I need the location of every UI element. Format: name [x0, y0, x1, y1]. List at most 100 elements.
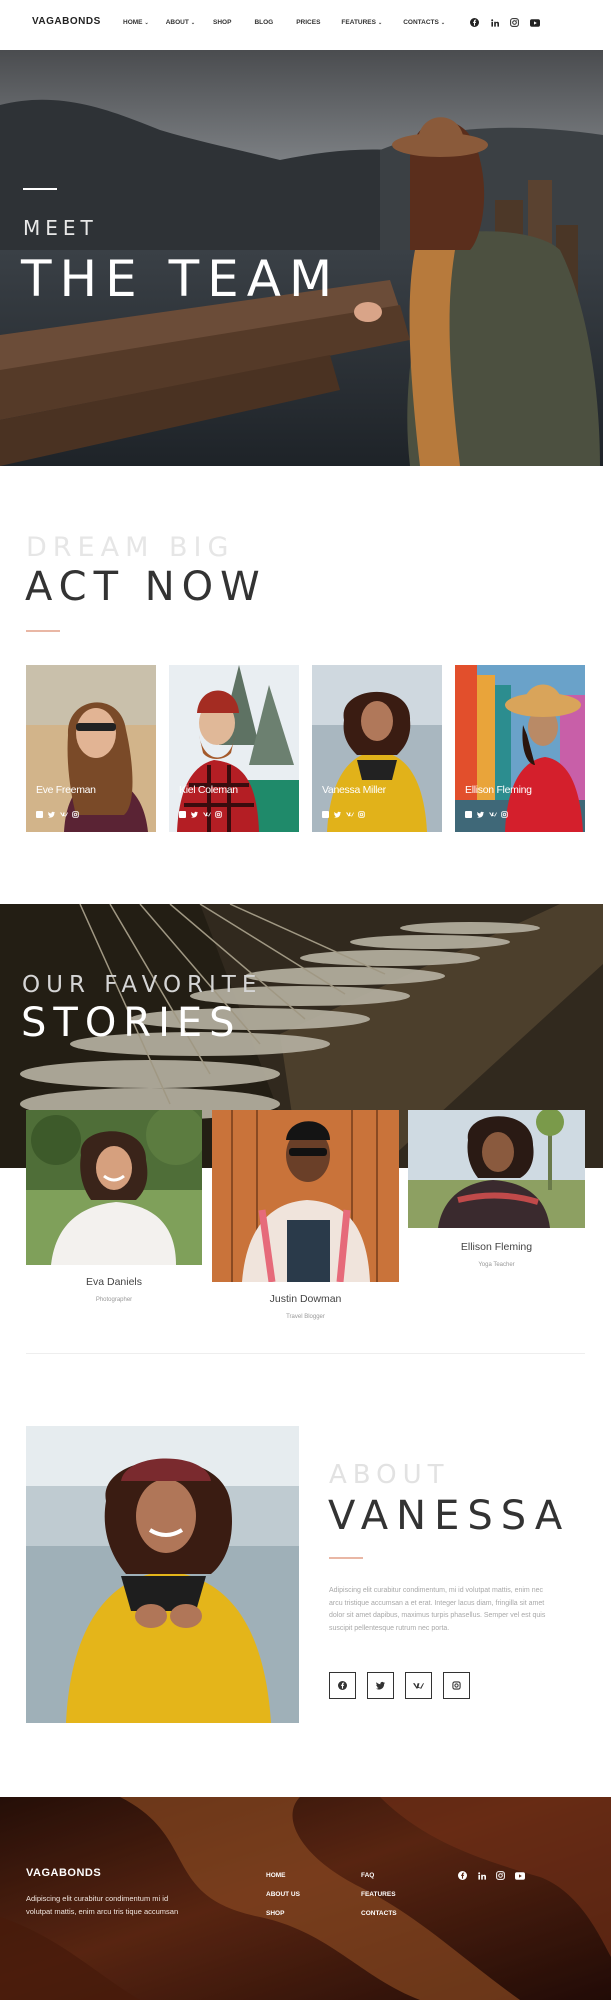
story-card[interactable]: Ellison Fleming Yoga Teacher: [408, 1108, 585, 1270]
footer-link-contacts[interactable]: CONTACTS: [361, 1910, 397, 1917]
footer-link-faq[interactable]: FAQ: [361, 1872, 374, 1879]
footer-link-home[interactable]: HOME: [266, 1872, 286, 1879]
nav-item-shop[interactable]: SHOP: [213, 19, 231, 26]
member-social: [179, 805, 222, 818]
team-card[interactable]: Vanessa Miller: [312, 665, 442, 832]
story-photo: [212, 1110, 399, 1283]
story-name: Ellison Fleming: [460, 1241, 533, 1253]
twitter-button[interactable]: [367, 1672, 394, 1699]
story-photo: [408, 1108, 585, 1228]
nav-item-prices[interactable]: PRICES: [296, 19, 320, 26]
facebook-icon[interactable]: [322, 805, 329, 818]
facebook-icon[interactable]: [36, 805, 43, 818]
nav-label: FEATURES: [341, 19, 376, 26]
twitter-icon[interactable]: [477, 805, 484, 818]
member-social: [322, 805, 365, 818]
site-logo[interactable]: VAGABONDS: [32, 16, 101, 27]
instagram-button[interactable]: [443, 1672, 470, 1699]
hero-banner: MEET THE TEAM: [0, 50, 603, 466]
facebook-icon[interactable]: [457, 1870, 468, 1881]
nav-label: SHOP: [213, 19, 232, 26]
about-subtitle: ABOUT: [329, 1460, 450, 1490]
member-name: Kiel Coleman: [179, 784, 238, 796]
team-subtitle: DREAM BIG: [26, 532, 235, 563]
instagram-icon: [452, 1677, 461, 1695]
member-social: [465, 805, 508, 818]
vk-button[interactable]: [405, 1672, 432, 1699]
nav-item-features[interactable]: FEATURES ⌄: [341, 19, 382, 26]
facebook-button[interactable]: [329, 1672, 356, 1699]
nav-label: BLOG: [254, 19, 274, 26]
hero-divider: [23, 188, 57, 190]
facebook-icon[interactable]: [465, 805, 472, 818]
footer-link-shop[interactable]: SHOP: [266, 1910, 284, 1917]
story-name: Eva Daniels: [85, 1276, 143, 1288]
nav-item-about[interactable]: ABOUT ⌄: [166, 19, 195, 26]
story-card[interactable]: Justin Dowman Travel Blogger: [212, 1110, 399, 1340]
accent-divider: [26, 630, 60, 632]
site-header: VAGABONDS HOME ⌄ ABOUT ⌄ SHOP BLOG PRICES …: [0, 0, 611, 50]
team-card[interactable]: Eve Freeman: [26, 665, 156, 832]
story-photo: [26, 1105, 206, 1265]
story-card[interactable]: Eva Daniels Photographer: [26, 1105, 206, 1330]
section-divider: [26, 1353, 585, 1354]
member-name: Ellison Fleming: [465, 784, 532, 796]
chevron-down-icon: ⌄: [440, 20, 446, 26]
instagram-icon[interactable]: [358, 805, 365, 818]
team-card[interactable]: Kiel Coleman: [169, 665, 299, 832]
vk-icon: [413, 1677, 424, 1695]
youtube-icon[interactable]: [514, 1870, 525, 1881]
chevron-down-icon: ⌄: [377, 20, 383, 26]
footer-logo[interactable]: VAGABONDS: [26, 1867, 101, 1879]
nav-label: CONTACTS: [403, 19, 439, 26]
story-role: Travel Blogger: [286, 1314, 325, 1320]
vk-icon[interactable]: [60, 805, 68, 817]
linkedin-icon[interactable]: [489, 17, 500, 28]
story-role: Photographer: [95, 1297, 133, 1303]
nav-label: HOME: [123, 19, 143, 26]
accent-divider: [329, 1557, 363, 1559]
story-role: Yoga Teacher: [478, 1262, 515, 1268]
vk-icon[interactable]: [346, 805, 354, 817]
nav-label: ABOUT: [165, 19, 189, 26]
vk-icon[interactable]: [203, 805, 211, 817]
footer-description: Adipiscing elit curabitur condimentum mi…: [26, 1894, 179, 1916]
instagram-icon[interactable]: [509, 17, 520, 28]
facebook-icon[interactable]: [469, 17, 480, 28]
twitter-icon[interactable]: [334, 805, 341, 818]
about-social: [329, 1672, 470, 1699]
linkedin-icon[interactable]: [476, 1870, 487, 1881]
nav-label: PRICES: [296, 19, 321, 26]
nav-item-blog[interactable]: BLOG: [254, 19, 273, 26]
stories-subtitle: OUR FAVORITE: [22, 972, 263, 998]
member-name: Vanessa Miller: [322, 784, 386, 796]
about-title: VANESSA: [328, 1493, 571, 1539]
story-name: Justin Dowman: [269, 1293, 342, 1305]
about-photo: [26, 1426, 299, 1723]
nav-item-home[interactable]: HOME ⌄: [123, 19, 149, 26]
facebook-icon: [338, 1677, 347, 1695]
facebook-icon[interactable]: [179, 805, 186, 818]
chevron-down-icon: ⌄: [144, 20, 149, 26]
twitter-icon[interactable]: [191, 805, 198, 818]
header-social: [469, 17, 540, 28]
instagram-icon[interactable]: [215, 805, 222, 818]
member-social: [36, 805, 79, 818]
team-title: ACT NOW: [25, 564, 267, 610]
vk-icon[interactable]: [489, 805, 497, 817]
chevron-down-icon: ⌄: [190, 20, 196, 26]
footer-link-about[interactable]: ABOUT US: [266, 1891, 300, 1898]
hero-subtitle: MEET: [23, 216, 98, 240]
stories-title: STORIES: [21, 1000, 242, 1046]
footer-social: [457, 1870, 525, 1881]
member-name: Eve Freeman: [36, 784, 96, 796]
main-nav: HOME ⌄ ABOUT ⌄ SHOP BLOG PRICES FEATURES ⌄ …: [123, 19, 445, 26]
nav-item-contacts[interactable]: CONTACTS ⌄: [403, 19, 445, 26]
footer-link-features[interactable]: FEATURES: [361, 1891, 396, 1898]
instagram-icon[interactable]: [495, 1870, 506, 1881]
instagram-icon[interactable]: [72, 805, 79, 818]
team-card[interactable]: Ellison Fleming: [455, 665, 585, 832]
instagram-icon[interactable]: [501, 805, 508, 818]
youtube-icon[interactable]: [529, 17, 540, 28]
twitter-icon[interactable]: [48, 805, 55, 818]
